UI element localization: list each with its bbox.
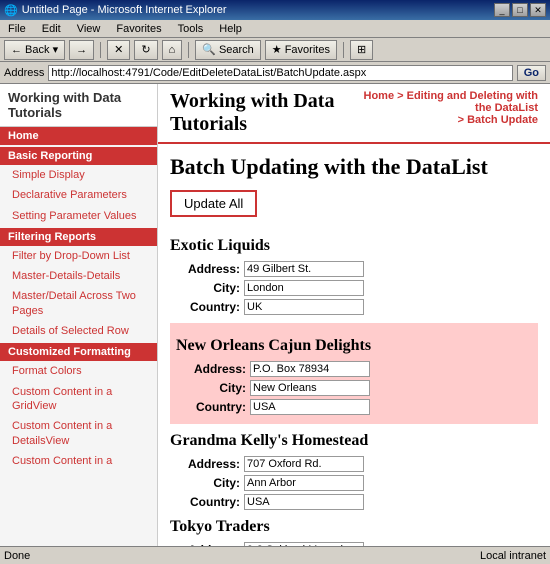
breadcrumb: Home > Editing and Deleting with the Dat… [356, 90, 538, 126]
address-input[interactable] [48, 65, 512, 81]
address-row-1: Address: [176, 361, 532, 377]
sidebar-section-customized-formatting: Customized Formatting [0, 343, 157, 361]
sidebar-item-simple-display[interactable]: Simple Display [0, 165, 157, 185]
sidebar-item-format-colors[interactable]: Format Colors [0, 361, 157, 381]
company-block-2: Grandma Kelly's Homestead Address: City:… [170, 432, 538, 510]
address-label-1: Address: [176, 362, 246, 376]
history-button[interactable]: ⊞ [350, 40, 373, 60]
toolbar-separator-1 [100, 42, 101, 58]
breadcrumb-separator-2: > [458, 114, 467, 126]
sidebar-item-master-details[interactable]: Master-Details-Details [0, 266, 157, 286]
home-button[interactable]: ⌂ [162, 40, 183, 60]
address-label-0: Address: [170, 262, 240, 276]
update-all-button[interactable]: Update All [170, 190, 257, 217]
address-row-2: Address: [170, 456, 538, 472]
window-title: Untitled Page - Microsoft Internet Explo… [22, 4, 227, 16]
title-bar: 🌐 Untitled Page - Microsoft Internet Exp… [0, 0, 550, 20]
page-title: Batch Updating with the DataList [170, 154, 538, 180]
city-label-0: City: [170, 281, 240, 295]
city-row-0: City: [170, 280, 538, 296]
stop-button[interactable]: ✕ [107, 40, 130, 60]
sidebar-logo: Working with Data Tutorials [0, 84, 157, 127]
country-row-0: Country: [170, 299, 538, 315]
toolbar-separator-3 [343, 42, 344, 58]
address-label-2: Address: [170, 457, 240, 471]
address-label: Address [4, 67, 44, 79]
ie-icon: 🌐 [4, 4, 18, 17]
back-button[interactable]: ← Back ▾ [4, 40, 65, 60]
sidebar-item-custom-content-other[interactable]: Custom Content in a [0, 451, 157, 471]
sidebar-item-declarative-parameters[interactable]: Declarative Parameters [0, 185, 157, 205]
refresh-button[interactable]: ↻ [134, 40, 157, 60]
status-bar: Done Local intranet [0, 546, 550, 564]
menu-help[interactable]: Help [215, 22, 246, 36]
sidebar-item-custom-content-detailsview[interactable]: Custom Content in a DetailsView [0, 416, 157, 451]
sidebar-item-custom-content-gridview[interactable]: Custom Content in a GridView [0, 382, 157, 417]
company-name-2: Grandma Kelly's Homestead [170, 432, 538, 450]
status-text: Done [4, 550, 30, 562]
address-input-0[interactable] [244, 261, 364, 277]
company-name-0: Exotic Liquids [170, 237, 538, 255]
country-label-1: Country: [176, 400, 246, 414]
site-title: Working with Data Tutorials [170, 90, 356, 136]
menu-file[interactable]: File [4, 22, 30, 36]
country-label-0: Country: [170, 300, 240, 314]
city-label-1: City: [176, 381, 246, 395]
sidebar-item-master-detail-two-pages[interactable]: Master/Detail Across Two Pages [0, 286, 157, 321]
menu-view[interactable]: View [73, 22, 105, 36]
maximize-button[interactable]: □ [512, 3, 528, 17]
favorites-button[interactable]: ★ Favorites [265, 40, 337, 60]
menu-tools[interactable]: Tools [174, 22, 208, 36]
sidebar-item-setting-parameter-values[interactable]: Setting Parameter Values [0, 206, 157, 226]
address-row-0: Address: [170, 261, 538, 277]
country-input-0[interactable] [244, 299, 364, 315]
city-input-0[interactable] [244, 280, 364, 296]
menu-favorites[interactable]: Favorites [112, 22, 165, 36]
city-row-2: City: [170, 475, 538, 491]
country-input-1[interactable] [250, 399, 370, 415]
page-header: Working with Data Tutorials Home > Editi… [158, 84, 550, 144]
city-label-2: City: [170, 476, 240, 490]
search-button[interactable]: 🔍 Search [195, 40, 261, 60]
window-controls: _ □ ✕ [494, 3, 546, 17]
city-input-2[interactable] [244, 475, 364, 491]
sidebar-section-basic-reporting: Basic Reporting [0, 147, 157, 165]
sidebar-section-filtering-reports: Filtering Reports [0, 228, 157, 246]
country-row-2: Country: [170, 494, 538, 510]
main-content: Working with Data Tutorials Home Basic R… [0, 84, 550, 564]
sidebar-home[interactable]: Home [0, 127, 157, 145]
content-area: Working with Data Tutorials Home > Editi… [158, 84, 550, 564]
menu-edit[interactable]: Edit [38, 22, 65, 36]
breadcrumb-separator-1: > [397, 90, 406, 102]
company-block-0: Exotic Liquids Address: City: Country: [170, 237, 538, 315]
breadcrumb-section[interactable]: Editing and Deleting with the DataList [407, 90, 538, 114]
title-bar-left: 🌐 Untitled Page - Microsoft Internet Exp… [4, 4, 227, 17]
company-name-3: Tokyo Traders [170, 518, 538, 536]
close-button[interactable]: ✕ [530, 3, 546, 17]
go-button[interactable]: Go [517, 65, 546, 81]
company-name-1: New Orleans Cajun Delights [176, 337, 532, 355]
address-input-1[interactable] [250, 361, 370, 377]
minimize-button[interactable]: _ [494, 3, 510, 17]
country-row-1: Country: [176, 399, 532, 415]
sidebar-item-details-selected-row[interactable]: Details of Selected Row [0, 321, 157, 341]
forward-button[interactable]: → [69, 40, 94, 60]
sidebar: Working with Data Tutorials Home Basic R… [0, 84, 158, 564]
breadcrumb-home[interactable]: Home [364, 90, 395, 102]
country-input-2[interactable] [244, 494, 364, 510]
city-row-1: City: [176, 380, 532, 396]
city-input-1[interactable] [250, 380, 370, 396]
toolbar-separator-2 [188, 42, 189, 58]
country-label-2: Country: [170, 495, 240, 509]
zone-text: Local intranet [480, 550, 546, 562]
company-block-1: New Orleans Cajun Delights Address: City… [170, 323, 538, 424]
sidebar-item-filter-dropdown[interactable]: Filter by Drop-Down List [0, 246, 157, 266]
toolbar: ← Back ▾ → ✕ ↻ ⌂ 🔍 Search ★ Favorites ⊞ [0, 38, 550, 62]
menu-bar: File Edit View Favorites Tools Help [0, 20, 550, 38]
address-bar: Address Go [0, 62, 550, 84]
address-input-2[interactable] [244, 456, 364, 472]
breadcrumb-current: Batch Update [467, 114, 538, 126]
content-body: Batch Updating with the DataList Update … [158, 144, 550, 564]
